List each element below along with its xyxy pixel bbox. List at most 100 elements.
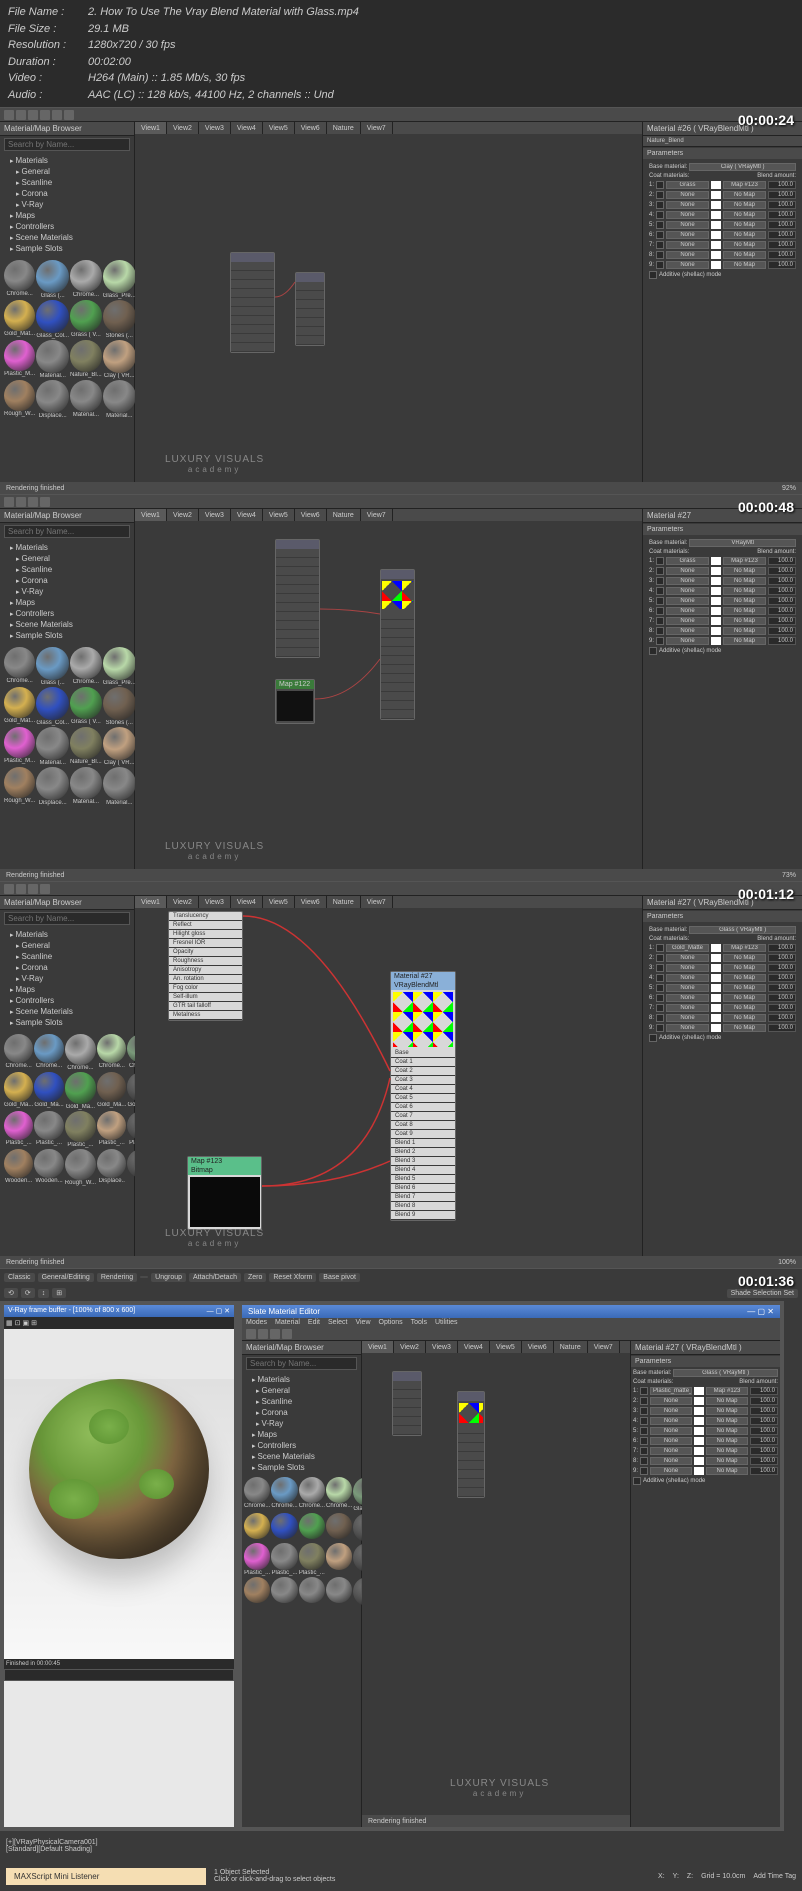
tree-scanline[interactable]: Scanline — [246, 1396, 357, 1407]
coat-enable-checkbox[interactable] — [656, 994, 664, 1002]
tree-sample-slots[interactable]: Sample Slots — [4, 1017, 130, 1028]
node-property-row[interactable]: Hilight gloss — [169, 930, 242, 939]
view-tab[interactable]: View3 — [426, 1341, 458, 1353]
material-slot[interactable] — [4, 340, 35, 371]
tree-scanline[interactable]: Scanline — [4, 951, 130, 962]
coat-material-button[interactable]: None — [666, 567, 709, 575]
material-slot[interactable] — [103, 767, 136, 800]
material-slot[interactable] — [65, 1149, 96, 1180]
toolbar-icon[interactable] — [16, 110, 26, 120]
toolbar-button[interactable]: Zero — [244, 1273, 266, 1282]
coat-enable-checkbox[interactable] — [656, 637, 664, 645]
blend-amount-spinner[interactable]: 100.0 — [768, 211, 796, 219]
tree-sample-slots[interactable]: Sample Slots — [246, 1462, 357, 1473]
coat-material-button[interactable]: None — [650, 1457, 692, 1465]
blend-map-button[interactable]: No Map — [723, 251, 766, 259]
coat-enable-checkbox[interactable] — [656, 251, 664, 259]
blend-slot-row[interactable]: Blend 3 — [391, 1157, 455, 1166]
material-slot[interactable] — [4, 1111, 33, 1140]
blend-slot-row[interactable]: Coat 1 — [391, 1058, 455, 1067]
blend-slot-row[interactable]: Blend 5 — [391, 1175, 455, 1184]
additive-checkbox[interactable] — [633, 1477, 641, 1485]
tree-materials[interactable]: Materials — [4, 155, 130, 166]
tree-materials[interactable]: Materials — [4, 929, 130, 940]
toolbar-icon[interactable] — [4, 884, 14, 894]
tree-scene-materials[interactable]: Scene Materials — [4, 232, 130, 243]
blend-slot-row[interactable]: Blend 2 — [391, 1148, 455, 1157]
coat-color-swatch[interactable] — [694, 1467, 704, 1475]
menu-item[interactable]: Edit — [308, 1319, 320, 1326]
additive-checkbox[interactable] — [649, 647, 657, 655]
blend-amount-spinner[interactable]: 100.0 — [768, 984, 796, 992]
coat-material-button[interactable]: None — [666, 597, 709, 605]
blend-map-button[interactable]: No Map — [723, 1014, 766, 1022]
material-slot[interactable] — [103, 380, 136, 413]
toolbar-icon[interactable] — [4, 110, 14, 120]
node-property-row[interactable]: Self-illum — [169, 993, 242, 1002]
coat-material-button[interactable]: None — [666, 627, 709, 635]
toolbar-icon[interactable] — [258, 1329, 268, 1339]
blend-amount-spinner[interactable]: 100.0 — [750, 1387, 778, 1395]
search-input[interactable] — [246, 1357, 357, 1370]
material-slot[interactable] — [4, 687, 35, 718]
blend-map-button[interactable]: No Map — [723, 201, 766, 209]
node-property-row[interactable]: Fog color — [169, 984, 242, 993]
coat-material-button[interactable]: None — [666, 261, 709, 269]
material-slot[interactable] — [34, 1034, 63, 1063]
material-slot[interactable] — [36, 727, 69, 760]
coat-color-swatch[interactable] — [711, 201, 721, 209]
node-property-row[interactable]: Metalness — [169, 1011, 242, 1020]
ribbon-btn[interactable]: ⊞ — [52, 1288, 66, 1298]
coat-material-button[interactable]: None — [666, 1024, 709, 1032]
additive-checkbox[interactable] — [649, 1034, 657, 1042]
blend-amount-spinner[interactable]: 100.0 — [768, 181, 796, 189]
node-property-row[interactable]: Opacity — [169, 948, 242, 957]
node-property-row[interactable]: Roughness — [169, 957, 242, 966]
ribbon-btn[interactable]: ↕ — [38, 1289, 50, 1298]
coat-color-swatch[interactable] — [694, 1387, 704, 1395]
blend-amount-spinner[interactable]: 100.0 — [768, 974, 796, 982]
blend-slot-row[interactable]: Blend 7 — [391, 1193, 455, 1202]
blend-amount-spinner[interactable]: 100.0 — [768, 607, 796, 615]
coat-material-button[interactable]: None — [666, 607, 709, 615]
coat-color-swatch[interactable] — [711, 587, 721, 595]
coat-material-button[interactable]: Grass — [666, 181, 709, 189]
view-tab[interactable]: View1 — [135, 509, 167, 521]
coat-enable-checkbox[interactable] — [640, 1437, 648, 1445]
coat-enable-checkbox[interactable] — [640, 1397, 648, 1405]
blend-map-button[interactable]: No Map — [723, 191, 766, 199]
material-slot[interactable] — [103, 260, 136, 293]
coat-color-swatch[interactable] — [694, 1427, 704, 1435]
blend-amount-spinner[interactable]: 100.0 — [750, 1417, 778, 1425]
tree-vray[interactable]: V-Ray — [4, 973, 130, 984]
material-slot[interactable] — [103, 727, 136, 760]
view-tab[interactable]: View6 — [295, 122, 327, 134]
blend-map-button[interactable]: No Map — [706, 1427, 748, 1435]
transform-z[interactable]: Z: — [687, 1873, 693, 1880]
toolbar-button[interactable]: Attach/Detach — [189, 1273, 241, 1282]
toolbar-button[interactable]: General/Editing — [38, 1273, 94, 1282]
base-material-button[interactable]: Glass ( VRayMtl ) — [673, 1369, 778, 1377]
coat-enable-checkbox[interactable] — [656, 974, 664, 982]
tree-materials[interactable]: Materials — [4, 542, 130, 553]
coat-enable-checkbox[interactable] — [656, 231, 664, 239]
view-tab[interactable]: View5 — [263, 509, 295, 521]
view-tab[interactable]: View4 — [458, 1341, 490, 1353]
parameters-header[interactable]: Parameters — [643, 148, 802, 159]
additive-checkbox[interactable] — [649, 271, 657, 279]
node-blend-target[interactable] — [295, 272, 325, 346]
tree-general[interactable]: General — [246, 1385, 357, 1396]
node-vrayblendmtl[interactable]: Material #27 VRayBlendMtl BaseCoat 1Coat… — [390, 971, 456, 1221]
tree-general[interactable]: General — [4, 553, 130, 564]
ribbon-btn[interactable]: ⟲ — [4, 1288, 18, 1298]
coat-material-button[interactable]: None — [650, 1397, 692, 1405]
coat-material-button[interactable]: None — [666, 191, 709, 199]
material-slot[interactable] — [299, 1477, 325, 1503]
view-tab[interactable]: View1 — [135, 122, 167, 134]
material-slot[interactable] — [70, 767, 102, 799]
blend-amount-spinner[interactable]: 100.0 — [768, 557, 796, 565]
tree-controllers[interactable]: Controllers — [4, 608, 130, 619]
view-tab[interactable]: View5 — [263, 896, 295, 908]
vfb-titlebar[interactable]: V-Ray frame buffer - [100% of 800 x 600]… — [4, 1305, 234, 1317]
node-property-row[interactable]: Fresnel IOR — [169, 939, 242, 948]
